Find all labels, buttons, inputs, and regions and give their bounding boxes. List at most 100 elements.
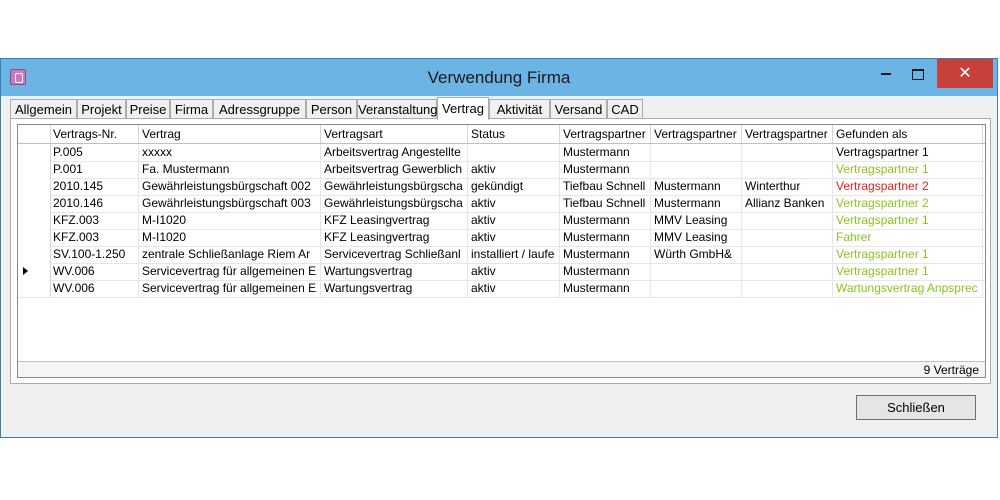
table-cell (651, 144, 742, 161)
table-cell: Arbeitsvertrag Gewerblich (321, 161, 468, 178)
close-button[interactable]: Schließen (856, 395, 976, 420)
table-cell: Gewährleistungsbürgscha (321, 195, 468, 212)
row-header[interactable] (18, 195, 51, 212)
table-cell: Mustermann (651, 195, 742, 212)
row-header[interactable] (18, 280, 51, 297)
table-cell: Mustermann (560, 144, 651, 161)
column-header[interactable]: Gefunden als (833, 125, 983, 143)
tab-person[interactable]: Person (306, 99, 357, 118)
table-row[interactable]: WV.006 Servicevertrag für allgemeinen E Wa… (18, 263, 985, 281)
table-row[interactable]: SV.100-1.250 zentrale Schließanlage Riem … (18, 246, 985, 264)
table-row[interactable]: 2010.146 Gewährleistungsbürgschaft 003 Gew… (18, 195, 985, 213)
tab-adressgruppe[interactable]: Adressgruppe (213, 99, 306, 118)
table-cell: aktiv (468, 263, 560, 280)
table-cell: Vertragspartner 2 (833, 178, 983, 195)
row-header[interactable] (18, 144, 51, 161)
table-cell: Mustermann (560, 229, 651, 246)
current-row-icon (23, 267, 28, 275)
column-header[interactable]: Vertrags-Nr. (50, 125, 139, 143)
table-cell: Servicevertrag für allgemeinen E (139, 263, 321, 280)
table-cell: M-I1020 (139, 229, 321, 246)
row-header[interactable] (18, 229, 51, 246)
table-cell: P.005 (50, 144, 139, 161)
table-row[interactable]: KFZ.003 M-I1020 KFZ Leasingvertrag aktiv Mus… (18, 229, 985, 247)
contracts-grid[interactable]: Vertrags-Nr. Vertrag Vertragsart Status Vert… (17, 124, 986, 378)
table-cell (742, 161, 833, 178)
table-cell: Winterthur (742, 178, 833, 195)
table-cell: KFZ Leasingvertrag (321, 229, 468, 246)
table-cell: aktiv (468, 229, 560, 246)
table-cell: Arbeitsvertrag Angestellte (321, 144, 468, 161)
table-cell (742, 280, 833, 297)
table-cell: Wartungsvertrag (321, 263, 468, 280)
table-cell: Servicevertrag Schließanl (321, 246, 468, 263)
table-cell: xxxxx (139, 144, 321, 161)
close-window-button[interactable]: ✕ (937, 59, 993, 88)
table-cell (651, 263, 742, 280)
row-header[interactable] (18, 246, 51, 263)
tab-panel-vertrag: Vertrags-Nr. Vertrag Vertragsart Status Vert… (10, 118, 991, 384)
tab-projekt[interactable]: Projekt (77, 99, 126, 118)
tab-veranstaltung[interactable]: Veranstaltung (357, 99, 438, 118)
header-corner (18, 125, 51, 143)
title-bar[interactable]: Verwendung Firma ✕ (1, 59, 997, 96)
table-row[interactable]: KFZ.003 M-I1020 KFZ Leasingvertrag aktiv Mus… (18, 212, 985, 230)
table-cell: aktiv (468, 280, 560, 297)
table-cell: Wartungsvertrag (321, 280, 468, 297)
row-header[interactable] (18, 178, 51, 195)
table-row[interactable]: 2010.145 Gewährleistungsbürgschaft 002 Gew… (18, 178, 985, 196)
table-cell: KFZ.003 (50, 212, 139, 229)
minimize-button[interactable] (873, 59, 899, 88)
row-header[interactable] (18, 161, 51, 178)
tab-preise[interactable]: Preise (126, 99, 170, 118)
table-cell: Fahrer (833, 229, 983, 246)
column-header[interactable]: Vertragspartner (651, 125, 742, 143)
table-row[interactable]: P.005 xxxxx Arbeitsvertrag Angestellte Must… (18, 144, 985, 162)
tab-versand[interactable]: Versand (550, 99, 607, 118)
table-cell (651, 280, 742, 297)
dialog-window: Verwendung Firma ✕ Allgemein Projekt Preis… (0, 58, 998, 438)
tab-firma[interactable]: Firma (170, 99, 213, 118)
column-header[interactable]: Vertrag (139, 125, 321, 143)
table-cell: Vertragspartner 1 (833, 144, 983, 161)
table-cell: WV.006 (50, 263, 139, 280)
table-cell: P.001 (50, 161, 139, 178)
table-cell: 2010.145 (50, 178, 139, 195)
table-cell: Vertragspartner 1 (833, 263, 983, 280)
table-cell: Mustermann (560, 280, 651, 297)
table-cell: Servicevertrag für allgemeinen E (139, 280, 321, 297)
table-cell: Mustermann (560, 161, 651, 178)
table-cell: MMV Leasing (651, 229, 742, 246)
table-row[interactable]: P.001 Fa. Mustermann Arbeitsvertrag Gewerb… (18, 161, 985, 179)
table-cell (651, 161, 742, 178)
table-cell: Mustermann (560, 246, 651, 263)
tab-allgemein[interactable]: Allgemein (10, 99, 77, 118)
column-header[interactable]: Vertragspartner (560, 125, 651, 143)
table-cell: Würth GmbH& (651, 246, 742, 263)
table-cell (742, 212, 833, 229)
tab-vertrag[interactable]: Vertrag (437, 97, 489, 120)
row-header[interactable] (18, 263, 51, 280)
table-cell: Tiefbau Schnell (560, 178, 651, 195)
table-cell: SV.100-1.250 (50, 246, 139, 263)
maximize-button[interactable] (905, 59, 931, 88)
table-cell (468, 144, 560, 161)
table-cell: Vertragspartner 1 (833, 161, 983, 178)
table-cell: Vertragspartner 2 (833, 195, 983, 212)
table-cell: Vertragspartner 1 (833, 246, 983, 263)
table-cell: Allianz Banken (742, 195, 833, 212)
row-header[interactable] (18, 212, 51, 229)
column-header[interactable]: Status (468, 125, 560, 143)
tab-aktivit-t[interactable]: Aktivität (489, 99, 550, 118)
table-cell: Gewährleistungsbürgschaft 002 (139, 178, 321, 195)
grid-header: Vertrags-Nr. Vertrag Vertragsart Status Vert… (18, 125, 985, 144)
column-header[interactable]: Vertragspartner (742, 125, 833, 143)
table-cell: aktiv (468, 161, 560, 178)
table-cell: MMV Leasing (651, 212, 742, 229)
table-row[interactable]: WV.006 Servicevertrag für allgemeinen E Wa… (18, 280, 985, 298)
table-cell: Gewährleistungsbürgschaft 003 (139, 195, 321, 212)
contract-count: 9 Verträge (923, 363, 979, 377)
maximize-icon (912, 68, 924, 80)
column-header[interactable]: Vertragsart (321, 125, 468, 143)
tab-cad[interactable]: CAD (607, 99, 643, 118)
